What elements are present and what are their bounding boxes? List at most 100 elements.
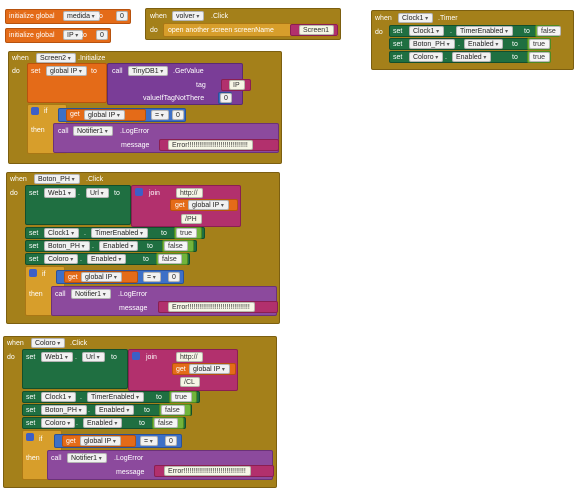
compare-operator-dropdown[interactable]: = [151,110,169,120]
do-keyword: do [375,29,383,36]
property-dropdown[interactable]: TimerEnabled [87,392,145,402]
set-keyword: set [29,230,39,237]
dot-label: . [80,256,82,263]
compare-value[interactable]: 0 [172,110,184,120]
global-value-ip[interactable]: 0 [96,30,108,40]
url-property-dropdown[interactable]: Url [86,188,109,198]
compare-operator-dropdown[interactable]: = [143,272,161,282]
join-part-string[interactable]: /PH [181,214,202,224]
global-name-medida[interactable]: medida [63,11,100,21]
click-event-label: .Click [86,176,104,183]
compare-operator-dropdown[interactable]: = [140,436,158,446]
mutator-gear-icon[interactable] [135,188,143,196]
logic-value-dropdown[interactable]: true [529,52,551,62]
mutator-gear-icon[interactable] [29,269,37,277]
component-dropdown[interactable]: Coloro [409,52,444,62]
call-keyword: call [51,455,62,462]
mutator-gear-icon[interactable] [132,352,140,360]
message-string[interactable]: Error!!!!!!!!!!!!!!!!!!!!!!!!!!!!!!!! [168,302,255,312]
screen-name-string[interactable]: Screen1 [299,25,335,35]
property-dropdown[interactable]: TimerEnabled [456,26,514,36]
join-keyword: join [149,190,160,197]
init-global-keyword: initialize global [9,13,55,20]
property-dropdown[interactable]: TimerEnabled [91,228,149,238]
coloro-component-dropdown[interactable]: Coloro [31,338,66,348]
message-string[interactable]: Error!!!!!!!!!!!!!!!!!!!!!!!!!!!!!!! [168,140,253,150]
variable-dropdown[interactable]: global IP [81,272,122,282]
component-dropdown[interactable]: Clock1 [44,228,80,238]
call-keyword: call [55,291,66,298]
component-dropdown[interactable]: Boton_PH [41,405,87,415]
set-keyword: set [393,54,403,61]
volver-component-dropdown[interactable]: volver [172,11,205,21]
number-value[interactable]: 0 [220,93,232,103]
then-keyword: then [29,291,43,298]
logic-value-dropdown[interactable]: true [529,39,551,49]
tinydb-component-dropdown[interactable]: TinyDB1 [128,66,169,76]
set-keyword: set [26,394,36,401]
component-dropdown[interactable]: Clock1 [409,26,445,36]
join-part-string[interactable]: http:// [176,352,203,362]
logic-value-dropdown[interactable]: true [176,228,198,238]
property-dropdown[interactable]: Enabled [99,241,139,251]
join-keyword: join [146,354,157,361]
logic-value-dropdown[interactable]: false [537,26,561,36]
screen-component-dropdown[interactable]: Screen2 [36,53,76,63]
variable-dropdown[interactable]: global IP [46,66,87,76]
property-dropdown[interactable]: Enabled [83,418,123,428]
join-part-string[interactable]: /CL [180,377,200,387]
join-part-string[interactable]: http:// [176,188,203,198]
web-component-dropdown[interactable]: Web1 [44,188,76,198]
tag-string[interactable]: IP [229,80,245,90]
set-keyword: set [31,68,41,75]
variable-dropdown[interactable]: global IP [80,436,121,446]
click-event-label: .Click [211,13,229,20]
set-keyword: set [26,420,36,427]
mutator-gear-icon[interactable] [31,107,39,115]
set-keyword: set [393,28,403,35]
component-dropdown[interactable]: Coloro [44,254,79,264]
notifier-component-dropdown[interactable]: Notifier1 [73,126,113,136]
logic-value-dropdown[interactable]: false [164,241,188,251]
logerror-method-label: .LogError [114,455,144,462]
property-dropdown[interactable]: Enabled [95,405,135,415]
property-dropdown[interactable]: Enabled [464,39,504,49]
notifier-component-dropdown[interactable]: Notifier1 [71,289,111,299]
global-value-medida[interactable]: 0 [116,11,128,21]
notifier-component-dropdown[interactable]: Notifier1 [67,453,107,463]
logic-value-dropdown[interactable]: false [154,418,178,428]
property-dropdown[interactable]: Enabled [87,254,127,264]
component-dropdown[interactable]: Clock1 [41,392,77,402]
to-label: to [91,68,97,75]
compare-value[interactable]: 0 [165,436,177,446]
then-keyword: then [31,127,45,134]
get-keyword: get [175,202,185,209]
variable-dropdown[interactable]: global IP [188,200,229,210]
message-string[interactable]: Error!!!!!!!!!!!!!!!!!!!!!!!!!!!!!!!! [164,466,251,476]
logic-value-dropdown[interactable]: false [161,405,185,415]
set-keyword: set [29,190,39,197]
component-dropdown[interactable]: Coloro [41,418,76,428]
to-label: to [524,28,530,35]
component-dropdown[interactable]: Boton_PH [44,241,90,251]
message-label: message [119,305,148,312]
botonph-component-dropdown[interactable]: Boton_PH [34,174,80,184]
variable-dropdown[interactable]: global IP [84,110,125,120]
property-dropdown[interactable]: Enabled [452,52,492,62]
to-label: to [114,190,120,197]
when-keyword: when [150,13,167,20]
component-dropdown[interactable]: Boton_PH [409,39,455,49]
url-property-dropdown[interactable]: Url [82,352,105,362]
compare-value[interactable]: 0 [168,272,180,282]
timer-event-label: .Timer [438,15,458,22]
when-keyword: when [10,176,27,183]
logic-value-dropdown[interactable]: false [158,254,182,264]
dot-label: . [84,230,86,237]
variable-dropdown[interactable]: global IP [189,364,230,374]
clock-component-dropdown[interactable]: Clock1 [398,13,434,23]
tag-label: tag [196,82,206,89]
init-to-label: to [97,13,103,20]
mutator-gear-icon[interactable] [26,433,34,441]
logic-value-dropdown[interactable]: true [171,392,193,402]
web-component-dropdown[interactable]: Web1 [41,352,73,362]
